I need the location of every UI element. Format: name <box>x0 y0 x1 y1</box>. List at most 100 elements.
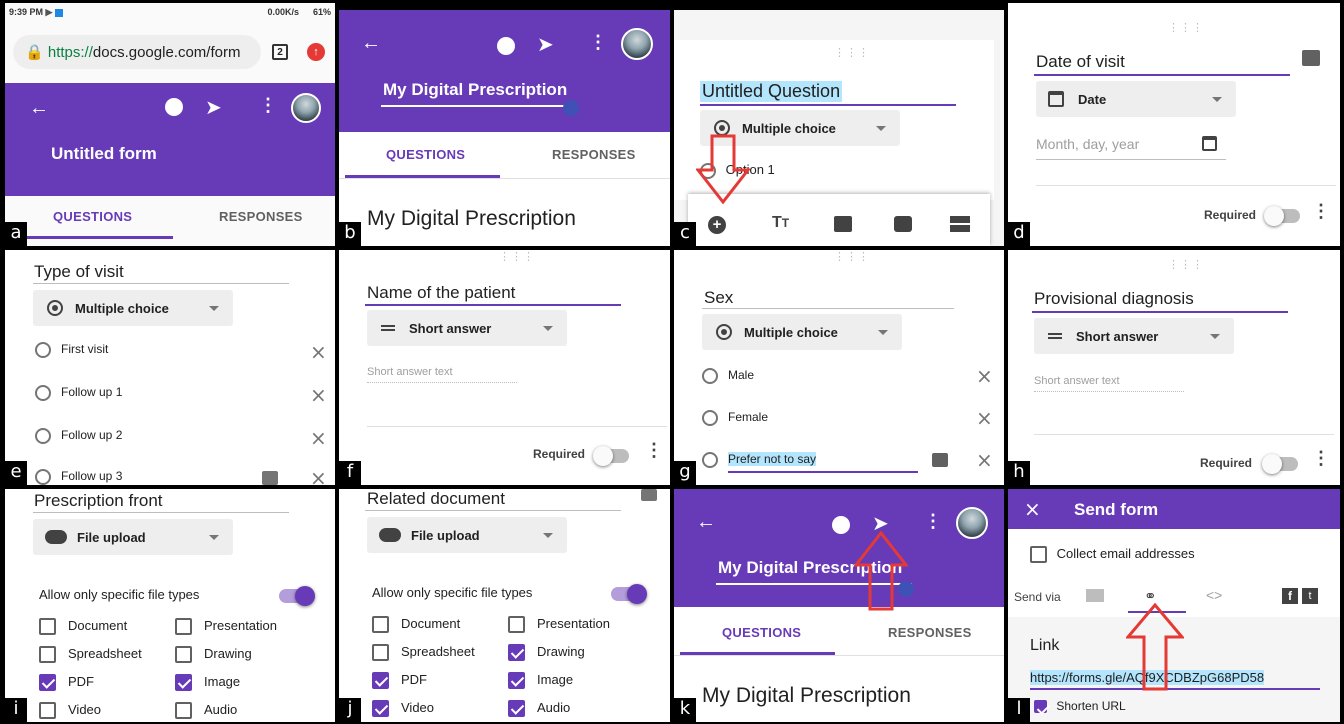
section-icon[interactable] <box>950 216 970 232</box>
question-title[interactable]: Type of visit <box>34 262 124 282</box>
question-type-dropdown[interactable]: Date <box>1036 81 1236 117</box>
question-title[interactable]: Related document <box>367 489 505 509</box>
checkbox[interactable] <box>1030 546 1047 564</box>
checkbox[interactable] <box>175 646 192 664</box>
filetype-option[interactable]: Video <box>39 702 101 720</box>
checkbox[interactable] <box>372 644 389 662</box>
checkbox[interactable] <box>175 674 192 692</box>
tab-responses[interactable]: RESPONSES <box>888 625 972 640</box>
back-arrow-icon[interactable]: ← <box>696 511 716 534</box>
image-icon[interactable] <box>1302 50 1320 66</box>
question-title[interactable]: Sex <box>704 288 733 308</box>
question-title[interactable]: Date of visit <box>1036 52 1125 72</box>
question-type-dropdown[interactable]: Multiple choice <box>33 290 233 326</box>
more-icon[interactable]: ⋮ <box>645 440 663 461</box>
remove-option-icon[interactable]: × <box>976 448 993 472</box>
question-type-dropdown[interactable]: File upload <box>367 517 567 553</box>
image-icon[interactable] <box>262 471 278 485</box>
shorten-url-row[interactable]: Shorten URL <box>1034 699 1126 714</box>
tab-questions[interactable]: QUESTIONS <box>722 625 801 640</box>
remove-option-icon[interactable]: × <box>310 466 327 485</box>
filetype-option[interactable]: Audio <box>175 702 237 720</box>
more-icon[interactable]: ⋮ <box>259 95 277 116</box>
avatar[interactable] <box>291 93 321 123</box>
tab-questions[interactable]: QUESTIONS <box>53 209 132 224</box>
date-placeholder[interactable]: Month, day, year <box>1036 136 1139 152</box>
back-arrow-icon[interactable]: ← <box>361 32 381 55</box>
more-icon[interactable]: ⋮ <box>589 32 607 53</box>
tab-questions[interactable]: QUESTIONS <box>386 147 465 162</box>
remove-option-icon[interactable]: × <box>310 383 327 407</box>
embed-icon[interactable]: <> <box>1206 587 1222 603</box>
checkbox[interactable] <box>508 672 525 690</box>
palette-icon[interactable] <box>165 98 183 116</box>
required-toggle[interactable] <box>1264 206 1300 226</box>
checkbox[interactable] <box>508 700 525 718</box>
option-row[interactable]: Follow up 1 <box>35 385 122 401</box>
filetype-option[interactable]: Presentation <box>175 618 277 636</box>
image-icon[interactable] <box>932 453 948 467</box>
checkbox[interactable] <box>372 672 389 690</box>
avatar[interactable] <box>621 28 653 60</box>
tab-responses[interactable]: RESPONSES <box>552 147 636 162</box>
filetype-option[interactable]: Video <box>372 700 434 718</box>
option-row[interactable]: Prefer not to say <box>702 452 817 468</box>
question-type-dropdown[interactable]: File upload <box>33 519 233 555</box>
form-title[interactable]: My Digital Prescription <box>383 80 567 100</box>
calendar-icon[interactable] <box>1202 136 1217 151</box>
drag-handle-icon[interactable]: ⋮⋮⋮ <box>834 46 870 59</box>
filetype-option[interactable]: Spreadsheet <box>372 644 475 662</box>
question-type-dropdown[interactable]: Short answer <box>367 310 567 346</box>
url-bar[interactable]: 🔒 https://docs.google.com/form <box>13 35 261 69</box>
form-heading[interactable]: My Digital Prescription <box>702 684 911 708</box>
filetype-option[interactable]: Document <box>39 618 127 636</box>
checkbox[interactable] <box>175 618 192 636</box>
checkbox[interactable] <box>175 702 192 720</box>
question-type-dropdown[interactable]: Multiple choice <box>702 314 902 350</box>
question-title[interactable]: Name of the patient <box>367 283 515 303</box>
filetype-option[interactable]: Drawing <box>508 644 585 662</box>
filetype-option[interactable]: Document <box>372 616 460 634</box>
more-icon[interactable]: ⋮ <box>1312 448 1330 469</box>
checkbox[interactable] <box>372 616 389 634</box>
question-title[interactable]: Untitled Question <box>700 81 843 102</box>
palette-icon[interactable] <box>497 37 515 55</box>
option-row[interactable]: Follow up 2 <box>35 428 122 444</box>
filetype-option[interactable]: PDF <box>39 674 94 692</box>
drag-handle-icon[interactable]: ⋮⋮⋮ <box>1168 21 1204 34</box>
collect-email-row[interactable]: Collect email addresses <box>1030 546 1195 564</box>
update-icon[interactable]: ↑ <box>307 43 325 61</box>
required-toggle[interactable] <box>593 446 629 466</box>
image-icon[interactable] <box>641 489 657 501</box>
filetype-option[interactable]: Drawing <box>175 646 252 664</box>
add-question-icon[interactable]: + <box>708 216 726 234</box>
send-icon[interactable]: ➤ <box>537 32 554 57</box>
allow-types-toggle[interactable] <box>611 584 647 604</box>
title-text-icon[interactable]: TT <box>772 214 789 232</box>
drag-handle-icon[interactable]: ⋮⋮⋮ <box>1168 258 1204 271</box>
question-title[interactable]: Prescription front <box>34 491 163 511</box>
checkbox[interactable] <box>1034 700 1047 714</box>
drag-handle-icon[interactable]: ⋮⋮⋮ <box>834 250 870 263</box>
filetype-option[interactable]: Spreadsheet <box>39 646 142 664</box>
checkbox[interactable] <box>372 700 389 718</box>
checkbox[interactable] <box>508 616 525 634</box>
facebook-icon[interactable]: f <box>1282 588 1298 604</box>
form-heading[interactable]: My Digital Prescription <box>367 207 576 231</box>
question-title[interactable]: Provisional diagnosis <box>1034 289 1194 309</box>
option-row[interactable]: First visit <box>35 342 108 358</box>
image-icon[interactable] <box>834 216 852 232</box>
remove-option-icon[interactable]: × <box>976 364 993 388</box>
more-icon[interactable]: ⋮ <box>1312 201 1330 222</box>
checkbox[interactable] <box>508 644 525 662</box>
required-toggle[interactable] <box>1262 454 1298 474</box>
remove-option-icon[interactable]: × <box>976 406 993 430</box>
drag-handle-icon[interactable]: ⋮⋮⋮ <box>499 250 535 263</box>
filetype-option[interactable]: Audio <box>508 700 570 718</box>
checkbox[interactable] <box>39 674 56 692</box>
send-icon[interactable]: ➤ <box>205 95 222 120</box>
remove-option-icon[interactable]: × <box>310 426 327 450</box>
checkbox[interactable] <box>39 618 56 636</box>
twitter-icon[interactable]: t <box>1302 588 1318 604</box>
option-row[interactable]: Male <box>702 368 754 384</box>
